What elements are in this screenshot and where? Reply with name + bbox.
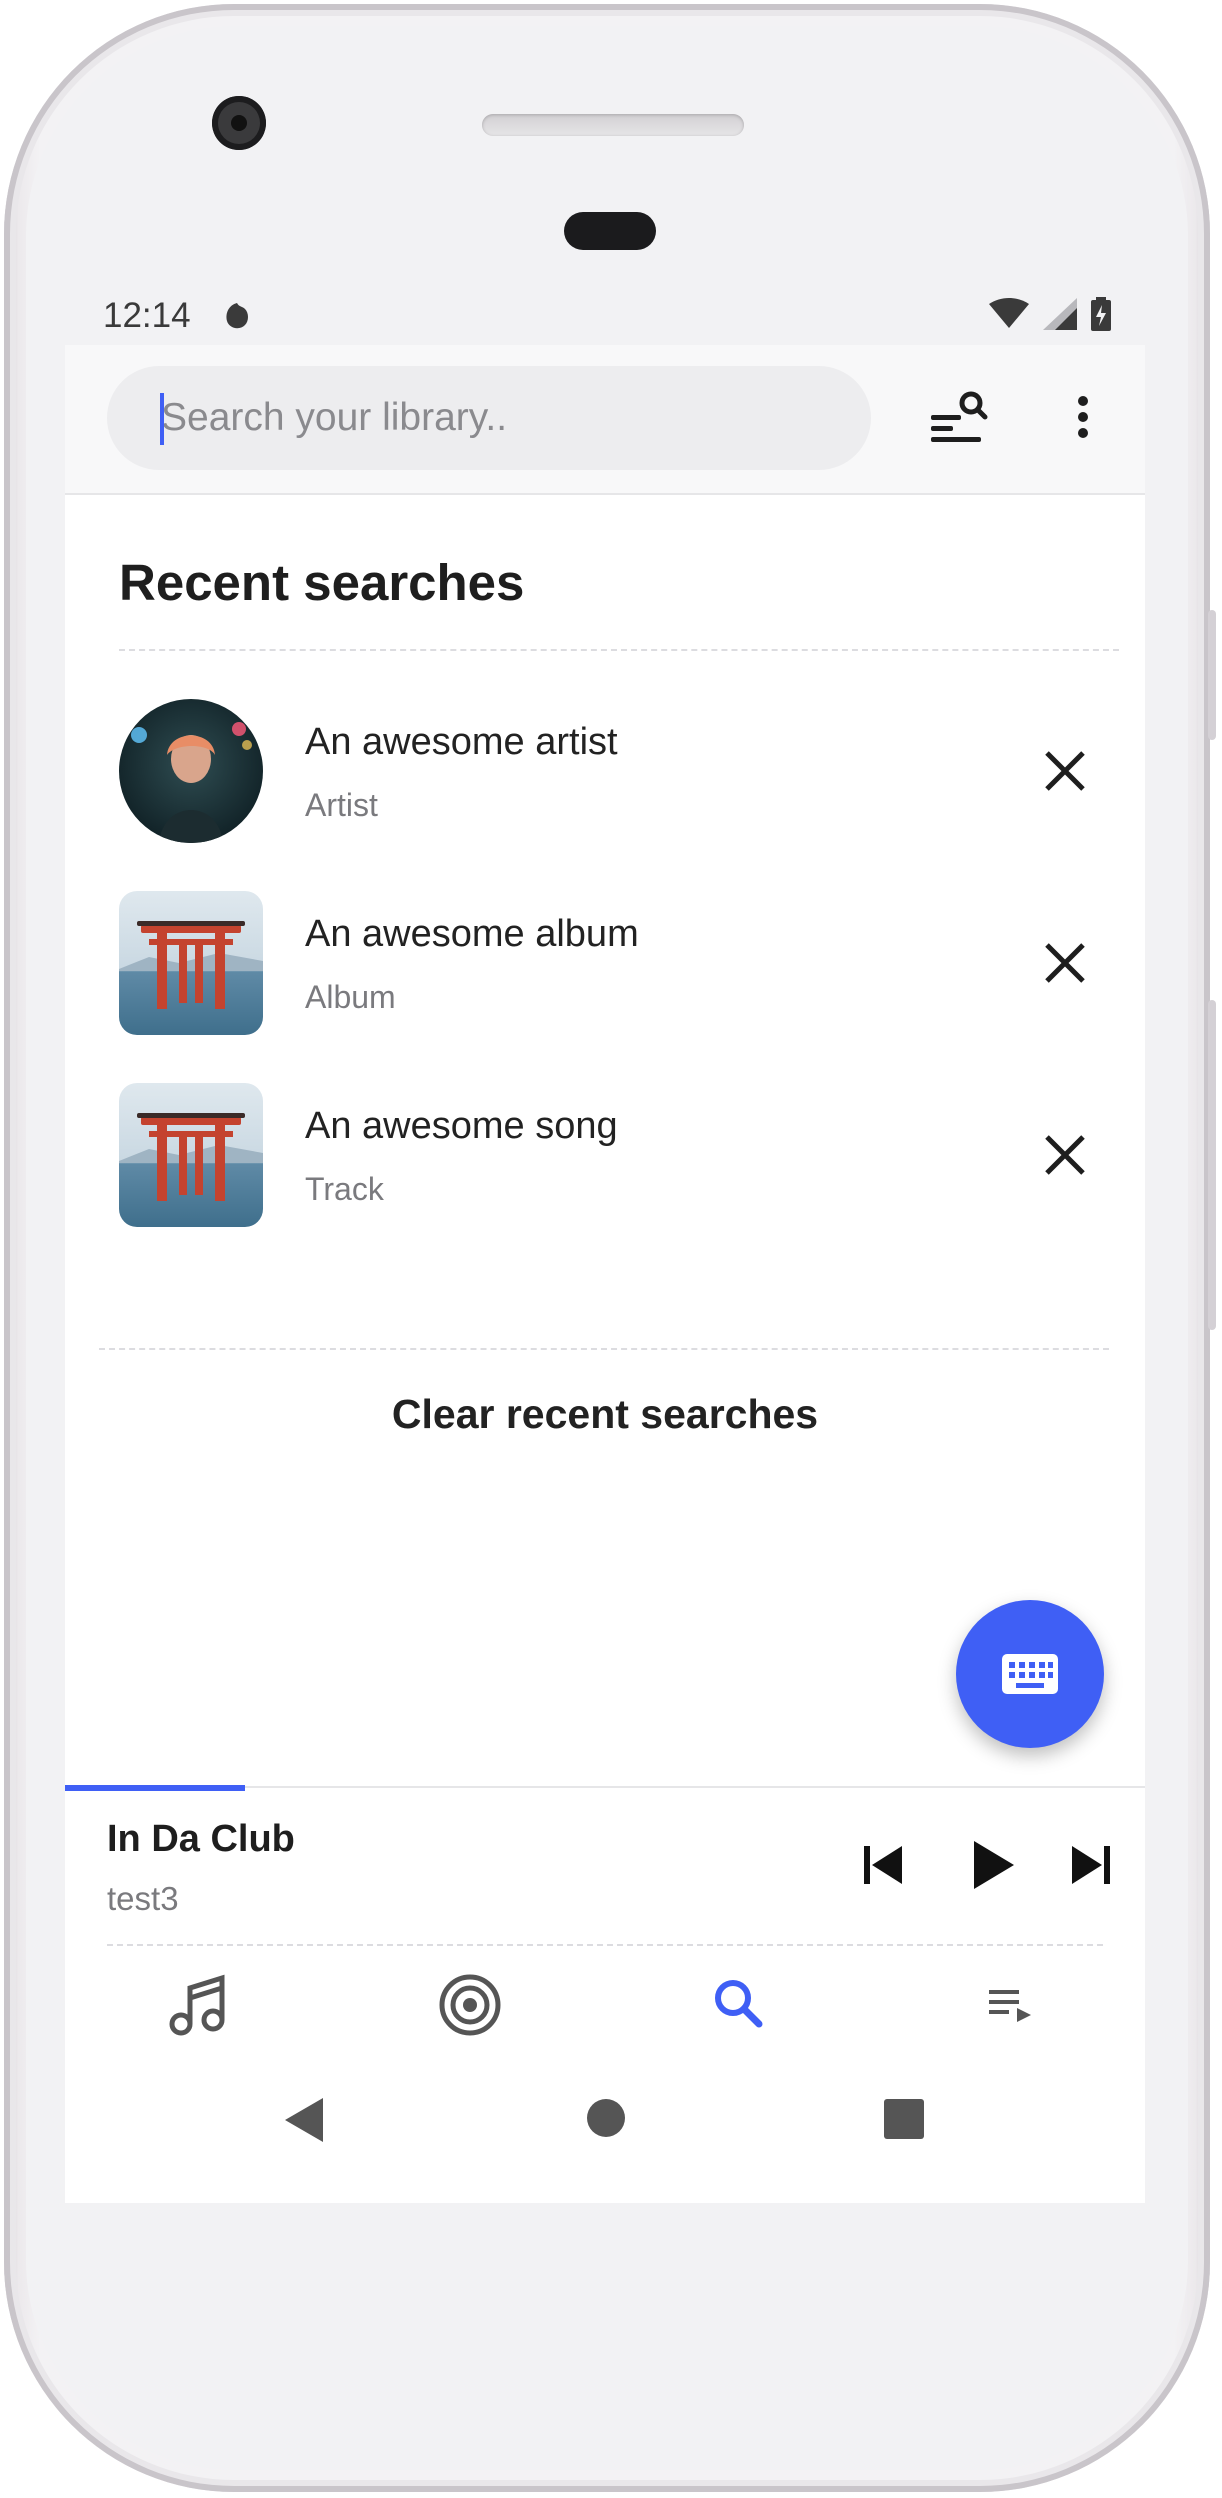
recent-searches-title: Recent searches bbox=[119, 554, 525, 611]
music-note-icon bbox=[169, 1974, 225, 2036]
cell-signal-icon bbox=[1043, 298, 1077, 335]
more-options-button[interactable] bbox=[1065, 385, 1101, 449]
track-title: In Da Club bbox=[107, 1818, 295, 1860]
app-screen: 12:14 Search your library.. Recent searc… bbox=[65, 283, 1145, 2203]
bottom-navigation bbox=[65, 1946, 1145, 2076]
album-thumbnail bbox=[119, 891, 263, 1035]
system-navigation-bar bbox=[65, 2076, 1145, 2203]
next-track-button[interactable] bbox=[1068, 1842, 1114, 1893]
song-thumbnail bbox=[119, 1083, 263, 1227]
close-icon bbox=[1045, 1135, 1085, 1175]
play-icon bbox=[974, 1841, 1014, 1889]
search-toolbar bbox=[65, 345, 1145, 495]
recent-item[interactable]: An awesome artist Artist bbox=[65, 699, 1145, 849]
nav-search[interactable] bbox=[705, 1970, 775, 2040]
recents-button[interactable] bbox=[883, 2098, 925, 2145]
recent-item[interactable]: An awesome album Album bbox=[65, 891, 1145, 1041]
power-button bbox=[1208, 1000, 1216, 1330]
nav-queue[interactable] bbox=[977, 1970, 1047, 2040]
recents-icon bbox=[884, 2099, 924, 2139]
clear-divider bbox=[99, 1348, 1109, 1350]
status-bar: 12:14 bbox=[65, 283, 1145, 345]
front-camera bbox=[212, 96, 266, 150]
mini-player[interactable]: In Da Club test3 bbox=[65, 1785, 1145, 1948]
home-button[interactable] bbox=[586, 2098, 626, 2143]
back-button[interactable] bbox=[283, 2096, 327, 2149]
volume-button bbox=[1208, 610, 1216, 740]
skip-next-icon bbox=[1072, 1846, 1110, 1884]
search-input[interactable] bbox=[107, 366, 871, 470]
podcast-icon bbox=[439, 1974, 501, 2036]
proximity-sensor bbox=[564, 212, 656, 250]
close-icon bbox=[1045, 943, 1085, 983]
recent-item-title: An awesome album bbox=[305, 913, 639, 955]
recent-item-type: Album bbox=[305, 979, 396, 1015]
section-divider bbox=[119, 649, 1119, 651]
keyboard-icon bbox=[1002, 1654, 1058, 1694]
nav-podcasts[interactable] bbox=[435, 1970, 505, 2040]
recent-item-type: Track bbox=[305, 1171, 384, 1207]
more-vert-icon bbox=[1078, 396, 1088, 438]
wifi-icon bbox=[989, 298, 1029, 335]
remove-recent-button[interactable] bbox=[1037, 743, 1093, 799]
app-notification-icon bbox=[223, 301, 251, 336]
track-artist: test3 bbox=[107, 1880, 179, 1917]
keyboard-fab[interactable] bbox=[956, 1600, 1104, 1748]
clear-recent-searches-button[interactable]: Clear recent searches bbox=[65, 1391, 1145, 1438]
artist-thumbnail bbox=[119, 699, 263, 843]
recent-item[interactable]: An awesome song Track bbox=[65, 1083, 1145, 1233]
skip-previous-icon bbox=[864, 1846, 902, 1884]
earpiece-speaker bbox=[482, 114, 744, 136]
battery-icon bbox=[1091, 297, 1111, 336]
home-icon bbox=[587, 2099, 625, 2137]
recent-item-title: An awesome song bbox=[305, 1105, 618, 1147]
search-icon bbox=[715, 1980, 763, 2028]
playback-progress-bar[interactable] bbox=[65, 1785, 246, 1791]
queue-icon bbox=[989, 1990, 1031, 2022]
nav-library[interactable] bbox=[163, 1970, 233, 2040]
recent-item-title: An awesome artist bbox=[305, 721, 618, 763]
previous-track-button[interactable] bbox=[860, 1842, 906, 1893]
status-time: 12:14 bbox=[103, 296, 191, 335]
search-filter-button[interactable] bbox=[927, 385, 991, 449]
search-filter-icon bbox=[931, 391, 988, 442]
remove-recent-button[interactable] bbox=[1037, 1127, 1093, 1183]
remove-recent-button[interactable] bbox=[1037, 935, 1093, 991]
play-button[interactable] bbox=[968, 1838, 1018, 1897]
close-icon bbox=[1045, 751, 1085, 791]
text-cursor bbox=[160, 393, 164, 445]
back-icon bbox=[285, 2098, 323, 2142]
recent-item-type: Artist bbox=[305, 787, 378, 823]
